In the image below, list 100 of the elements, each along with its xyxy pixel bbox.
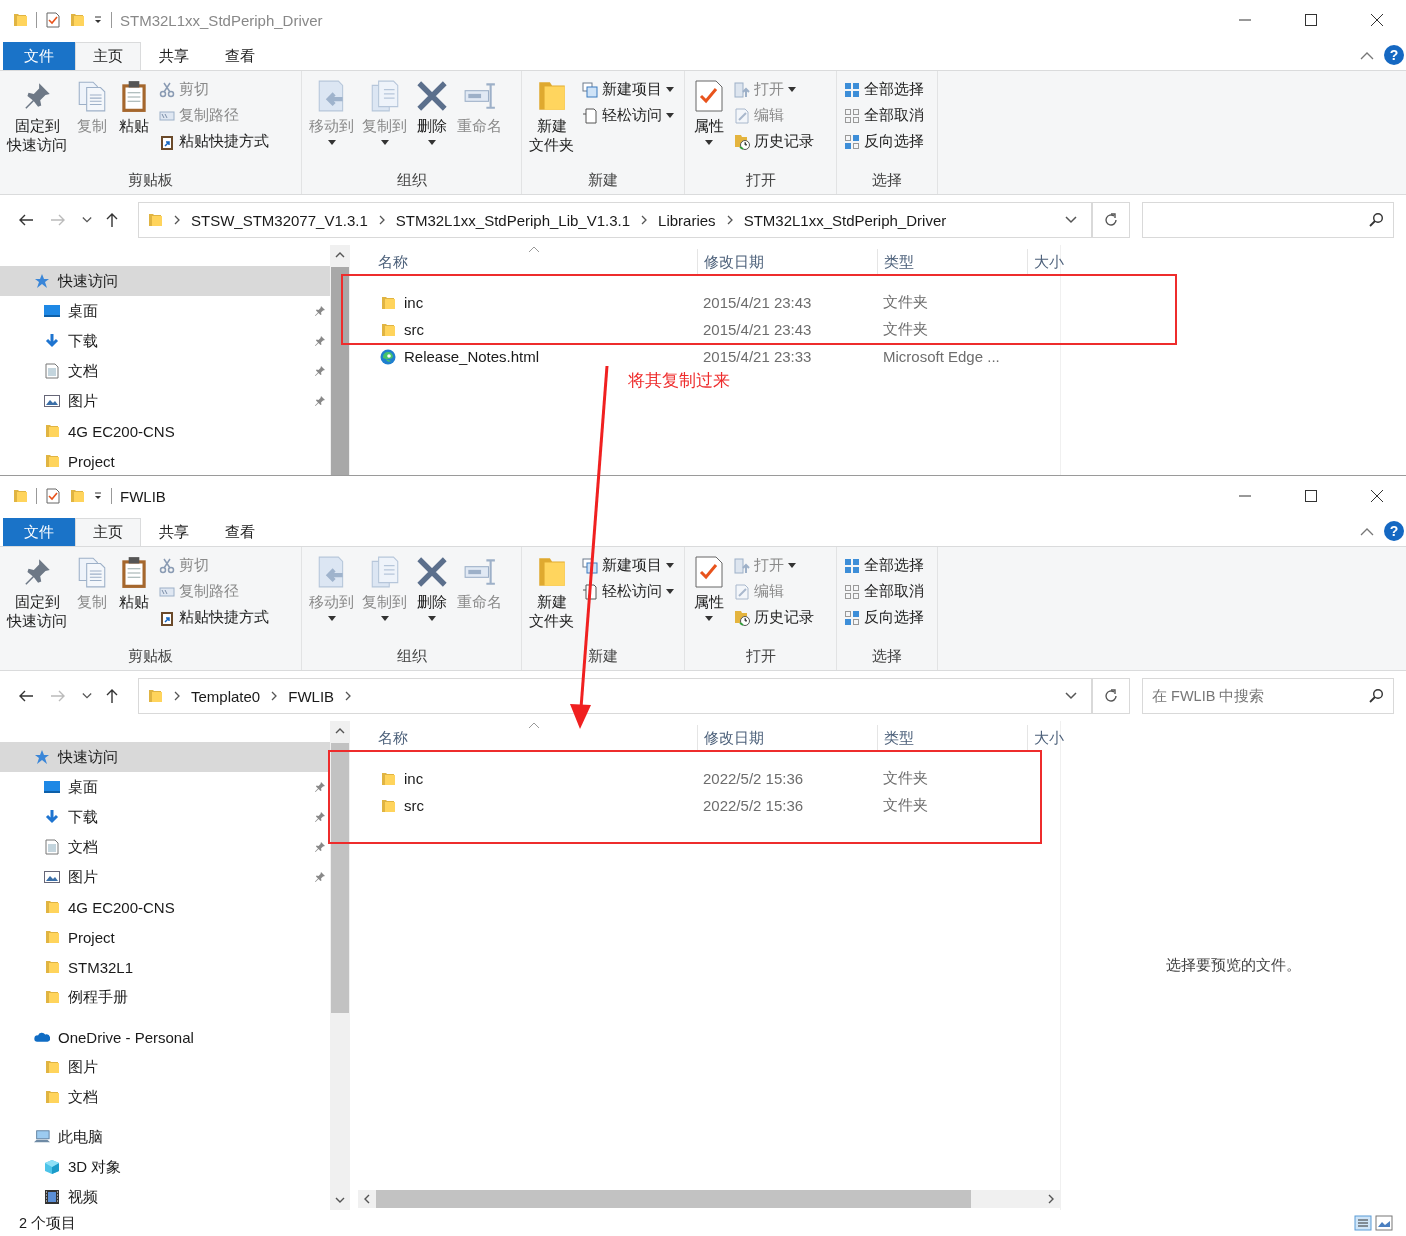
collapse-ribbon-icon[interactable] — [1360, 51, 1374, 60]
ribbon-tab[interactable]: 共享 — [141, 517, 207, 546]
ribbon-button[interactable]: 删除 — [412, 550, 452, 648]
ribbon-tab[interactable]: 共享 — [141, 41, 207, 70]
ribbon-button[interactable]: 粘贴 — [114, 550, 154, 648]
nav-item[interactable]: 4G EC200-CNS — [0, 416, 330, 446]
refresh-icon[interactable] — [1103, 688, 1119, 705]
ribbon-button[interactable]: 历史记录 — [731, 128, 817, 155]
scroll-up-icon[interactable] — [335, 728, 345, 735]
scroll-right-icon[interactable] — [1048, 1194, 1054, 1205]
ribbon-button[interactable]: 轻松访问 — [579, 578, 677, 605]
nav-item[interactable]: 快速访问 — [0, 266, 330, 296]
nav-item[interactable]: 下载 — [0, 326, 330, 356]
vertical-scrollbar[interactable] — [330, 721, 350, 1211]
chevron-icon[interactable] — [640, 214, 649, 227]
chevron-icon[interactable] — [270, 690, 279, 703]
ribbon-tab[interactable]: 文件 — [3, 41, 75, 70]
scroll-down-icon[interactable] — [335, 1197, 345, 1204]
nav-item[interactable]: 例程手册 — [0, 982, 330, 1013]
close-icon[interactable] — [1371, 490, 1383, 502]
breadcrumb[interactable]: Libraries — [658, 211, 716, 229]
search-field[interactable] — [1142, 202, 1394, 239]
maximize-icon[interactable] — [1305, 14, 1317, 26]
properties-icon[interactable] — [45, 12, 61, 28]
breadcrumb[interactable]: STM32L1xx_StdPeriph_Lib_V1.3.1 — [395, 211, 631, 229]
nav-item[interactable]: STM32L1 — [0, 952, 330, 983]
search-icon[interactable] — [1368, 212, 1384, 229]
nav-item[interactable]: 快速访问 — [0, 742, 330, 773]
file-name[interactable]: Release_Notes.html — [404, 348, 540, 365]
ribbon-button[interactable]: 轻松访问 — [579, 102, 677, 129]
refresh-button[interactable] — [1092, 202, 1130, 239]
nav-item[interactable]: OneDrive - Personal — [0, 1022, 330, 1053]
nav-item[interactable]: Project — [0, 922, 330, 953]
nav-item[interactable]: 3D 对象 — [0, 1152, 330, 1183]
refresh-button[interactable] — [1092, 678, 1130, 715]
column-header[interactable]: 修改日期 — [698, 249, 878, 275]
ribbon-button[interactable]: 历史记录 — [731, 604, 817, 631]
file-name[interactable]: inc — [404, 770, 424, 788]
nav-item[interactable]: 桌面 — [0, 772, 330, 803]
scroll-up-icon[interactable] — [335, 252, 345, 258]
chevron-icon[interactable] — [173, 690, 181, 703]
ribbon-button[interactable]: 属性 — [689, 74, 729, 172]
help-icon[interactable]: ? — [1384, 44, 1404, 65]
ribbon-button[interactable]: 粘贴快捷方式 — [156, 604, 272, 631]
file-name[interactable]: src — [404, 797, 424, 815]
column-header[interactable]: 类型 — [878, 249, 1028, 275]
file-name[interactable]: src — [404, 321, 424, 338]
breadcrumb[interactable]: Template0 — [191, 687, 261, 705]
column-header[interactable]: 名称 — [350, 249, 698, 275]
vertical-scrollbar[interactable] — [330, 245, 350, 475]
nav-item[interactable]: 图片 — [0, 862, 330, 893]
nav-item[interactable]: Project — [0, 446, 330, 475]
ribbon-tab[interactable]: 查看 — [207, 517, 273, 546]
ribbon-button[interactable]: 新建 文件夹 — [526, 74, 577, 172]
column-header[interactable]: 修改日期 — [698, 725, 878, 752]
close-icon[interactable] — [1371, 14, 1383, 26]
ribbon-button[interactable]: 新建项目 — [579, 76, 677, 103]
chevron-icon[interactable] — [344, 690, 353, 703]
nav-item[interactable]: 下载 — [0, 802, 330, 833]
ribbon-button[interactable]: 全部选择 — [841, 76, 927, 103]
ribbon-button[interactable]: 全部取消 — [841, 102, 927, 129]
customize-icon[interactable] — [93, 491, 103, 501]
ribbon-button[interactable]: 固定到 快速访问 — [4, 550, 70, 648]
ribbon-tab[interactable]: 主页 — [75, 517, 141, 546]
breadcrumb[interactable]: STSW_STM32077_V1.3.1 — [191, 211, 368, 229]
nav-item[interactable]: 图片 — [0, 386, 330, 416]
up-icon[interactable] — [104, 212, 120, 229]
ribbon-button[interactable]: 反向选择 — [841, 128, 927, 155]
ribbon-button[interactable]: 全部选择 — [841, 552, 927, 579]
address-bar[interactable]: STSW_STM32077_V1.3.1 STM32L1xx_StdPeriph_Lib_V1.3.1 Libraries STM32L1xx_StdPeriph_Driver — [138, 202, 1092, 239]
ribbon-button[interactable]: 新建 文件夹 — [526, 550, 577, 648]
ribbon-tab[interactable]: 文件 — [3, 517, 75, 546]
ribbon-tab[interactable]: 查看 — [207, 41, 273, 70]
chevron-icon[interactable] — [725, 214, 734, 227]
ribbon-button[interactable]: 反向选择 — [841, 604, 927, 631]
breadcrumb[interactable]: STM32L1xx_StdPeriph_Driver — [743, 211, 947, 229]
nav-item[interactable]: 图片 — [0, 1052, 330, 1083]
ribbon-button[interactable]: 固定到 快速访问 — [4, 74, 70, 172]
file-name[interactable]: inc — [404, 294, 424, 311]
column-header[interactable]: 类型 — [878, 725, 1028, 752]
ribbon-button[interactable]: 属性 — [689, 550, 729, 648]
maximize-icon[interactable] — [1305, 490, 1317, 502]
scroll-left-icon[interactable] — [364, 1194, 370, 1205]
help-icon[interactable]: ? — [1384, 520, 1404, 541]
nav-item[interactable]: 桌面 — [0, 296, 330, 326]
customize-icon[interactable] — [93, 15, 103, 25]
ribbon-button[interactable]: 全部取消 — [841, 578, 927, 605]
nav-item[interactable]: 4G EC200-CNS — [0, 892, 330, 923]
horizontal-scrollbar[interactable] — [358, 1190, 1060, 1209]
view-mode-icon[interactable] — [1354, 1215, 1394, 1232]
ribbon-tab[interactable]: 主页 — [75, 41, 141, 70]
refresh-icon[interactable] — [1103, 212, 1119, 229]
nav-item[interactable]: 文档 — [0, 832, 330, 863]
properties-icon[interactable] — [45, 488, 61, 504]
ribbon-button[interactable]: 删除 — [412, 74, 452, 172]
up-icon[interactable] — [104, 688, 120, 705]
ribbon-button[interactable]: 粘贴 — [114, 74, 154, 172]
collapse-ribbon-icon[interactable] — [1360, 527, 1374, 536]
ribbon-button[interactable]: 新建项目 — [579, 552, 677, 579]
ribbon-button[interactable]: 粘贴快捷方式 — [156, 128, 272, 155]
